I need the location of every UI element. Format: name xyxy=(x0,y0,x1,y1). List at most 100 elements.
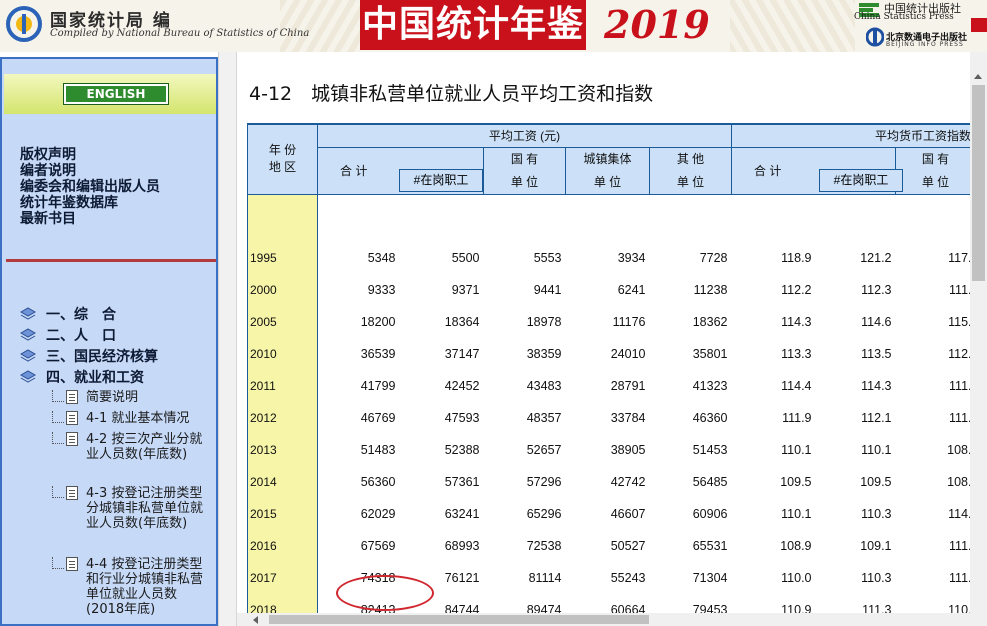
cell-total: 18200 xyxy=(360,315,396,329)
cell-idx-on-post: 112.1 xyxy=(861,411,892,425)
cell-idx-on-post: 109.1 xyxy=(860,539,892,553)
sidebar-category-general[interactable]: 一、综 合 xyxy=(20,304,116,324)
cell-collective: 55243 xyxy=(610,571,646,585)
cell-other: 46360 xyxy=(692,411,728,425)
yearbook-title: 中国统计年鉴 xyxy=(360,0,586,50)
sidebar-separator xyxy=(6,259,216,262)
cell-other: 71304 xyxy=(692,571,728,585)
cell-idx-total: 111.9 xyxy=(782,411,812,425)
scroll-left-icon[interactable] xyxy=(253,616,258,624)
cell-total: 5348 xyxy=(367,251,396,265)
cell-idx-total: 110.9 xyxy=(781,603,812,613)
table-row: 2012 46769 47593 48357 33784 46360 111.9 112.1 1… xyxy=(247,402,970,434)
year-cell: 2013 xyxy=(247,434,318,466)
cell-idx-on-post: 110.3 xyxy=(861,507,892,521)
cell-total: 67569 xyxy=(360,539,396,553)
horizontal-scrollbar[interactable] xyxy=(237,613,987,626)
category-label: 四、就业和工资 xyxy=(46,370,144,386)
document-icon xyxy=(66,486,78,500)
sidebar-item-brief-notes[interactable]: 简要说明 xyxy=(52,390,214,405)
cell-other: 79453 xyxy=(692,603,728,613)
frame-divider[interactable] xyxy=(218,52,237,626)
cell-on-post: 9371 xyxy=(451,283,480,297)
cell-idx-state: 108. xyxy=(947,475,970,489)
sidebar-item-4-3[interactable]: 4-3 按登记注册类型分城镇非私营单位就业人员数(年底数) xyxy=(52,486,214,531)
sidebar-item-label: 4-1 就业基本情况 xyxy=(86,411,190,426)
cell-total: 62029 xyxy=(360,507,396,521)
year-cell: 2017 xyxy=(247,562,318,594)
sidebar-category-employment-wages[interactable]: 四、就业和工资 xyxy=(20,367,144,387)
cell-on-post: 18364 xyxy=(444,315,480,329)
tree-connector xyxy=(52,432,64,444)
sidebar-item-4-2[interactable]: 4-2 按三次产业分就业人员数(年底数) xyxy=(52,432,214,462)
year-cell: 2014 xyxy=(247,466,318,498)
vertical-scroll-thumb[interactable] xyxy=(972,85,985,281)
table-title: 4-12 城镇非私营单位就业人员平均工资和指数 xyxy=(249,83,654,105)
document-icon xyxy=(66,557,78,571)
cell-total: 41799 xyxy=(360,379,396,393)
table-row: 2014 56360 57361 57296 42742 56485 109.5 109.5 1… xyxy=(247,466,970,498)
sidebar-item-4-1[interactable]: 4-1 就业基本情况 xyxy=(52,411,214,426)
sidebar-category-national-accounts[interactable]: 三、国民经济核算 xyxy=(20,346,158,366)
cell-other: 35801 xyxy=(692,347,728,361)
cell-idx-state: 110. xyxy=(948,603,970,613)
cell-state: 18978 xyxy=(526,315,562,329)
cell-idx-total: 112.2 xyxy=(781,283,812,297)
cell-other: 51453 xyxy=(692,443,728,457)
cell-total: 56360 xyxy=(360,475,396,489)
cell-idx-state: 117. xyxy=(948,251,970,265)
horizontal-scroll-thumb[interactable] xyxy=(269,615,649,624)
document-icon xyxy=(66,390,78,404)
cell-idx-on-post: 112.3 xyxy=(861,283,892,297)
cell-on-post: 37147 xyxy=(444,347,480,361)
cell-idx-total: 108.9 xyxy=(780,539,812,553)
category-icon xyxy=(20,349,36,362)
cell-total: 9333 xyxy=(367,283,396,297)
year-cell: 1995 xyxy=(247,242,318,274)
cell-state: 65296 xyxy=(526,507,562,521)
sidebar-category-population[interactable]: 二、人 口 xyxy=(20,325,116,345)
table-row: 2010 36539 37147 38359 24010 35801 113.3 113.5 1… xyxy=(247,338,970,370)
info-link-editorial-board[interactable]: 编委会和编辑出版人员 xyxy=(20,179,160,195)
cell-idx-total: 110.0 xyxy=(781,571,812,585)
year-cell: 2000 xyxy=(247,274,318,306)
publisher-name-en: China Statistics Press xyxy=(854,12,954,22)
table-row: 2000 9333 9371 9441 6241 11238 112.2 112.3 111. xyxy=(247,274,970,306)
header-year-region: 年 份 地 区 xyxy=(247,123,318,195)
info-link-database[interactable]: 统计年鉴数据库 xyxy=(20,195,160,211)
info-link-copyright[interactable]: 版权声明 xyxy=(20,147,160,163)
cell-collective: 46607 xyxy=(610,507,646,521)
info-link-editor-notes[interactable]: 编者说明 xyxy=(20,163,160,179)
cell-state: 52657 xyxy=(526,443,562,457)
tree-connector xyxy=(52,411,64,423)
table-row: 2016 67569 68993 72538 50527 65531 108.9 109.1 1… xyxy=(247,530,970,562)
beijing-info-press-logo-icon xyxy=(866,27,884,47)
header-index-state-owned: 国 有 单 位 xyxy=(895,146,970,195)
sidebar-item-label: 简要说明 xyxy=(86,390,139,405)
cell-state: 5553 xyxy=(533,251,562,265)
cell-on-post: 5500 xyxy=(451,251,480,265)
scroll-up-icon[interactable] xyxy=(974,74,982,79)
sidebar-item-4-4[interactable]: 4-4 按登记注册类型和行业分城镇非私营单位就业人员数(2018年底) xyxy=(52,557,214,617)
year-cell: 2016 xyxy=(247,530,318,562)
vertical-scrollbar[interactable] xyxy=(970,52,987,613)
cell-state: 48357 xyxy=(526,411,562,425)
cell-idx-state: 111. xyxy=(949,571,970,585)
cell-idx-state: 111. xyxy=(949,539,970,553)
sidebar: ENGLISH 版权声明 编者说明 编委会和编辑出版人员 统计年鉴数据库 最新书… xyxy=(0,57,218,626)
info-link-new-books[interactable]: 最新书目 xyxy=(20,211,160,227)
header-on-post: #在岗职工 xyxy=(399,169,483,192)
cell-idx-on-post: 114.3 xyxy=(861,379,892,393)
english-button[interactable]: ENGLISH xyxy=(63,83,169,105)
header-collective: 城镇集体 单 位 xyxy=(565,146,650,195)
tree-connector xyxy=(52,390,64,402)
highlight-annotation xyxy=(336,575,434,611)
cell-state: 43483 xyxy=(526,379,562,393)
tree-connector xyxy=(52,557,64,569)
cell-state: 57296 xyxy=(526,475,562,489)
cell-idx-state: 111. xyxy=(949,283,970,297)
cell-on-post: 57361 xyxy=(444,475,480,489)
publisher2-name-en: BEIJING INFO PRESS xyxy=(886,41,964,48)
category-label: 二、人 口 xyxy=(46,328,116,344)
table-row: 2011 41799 42452 43483 28791 41323 114.4 114.3 1… xyxy=(247,370,970,402)
